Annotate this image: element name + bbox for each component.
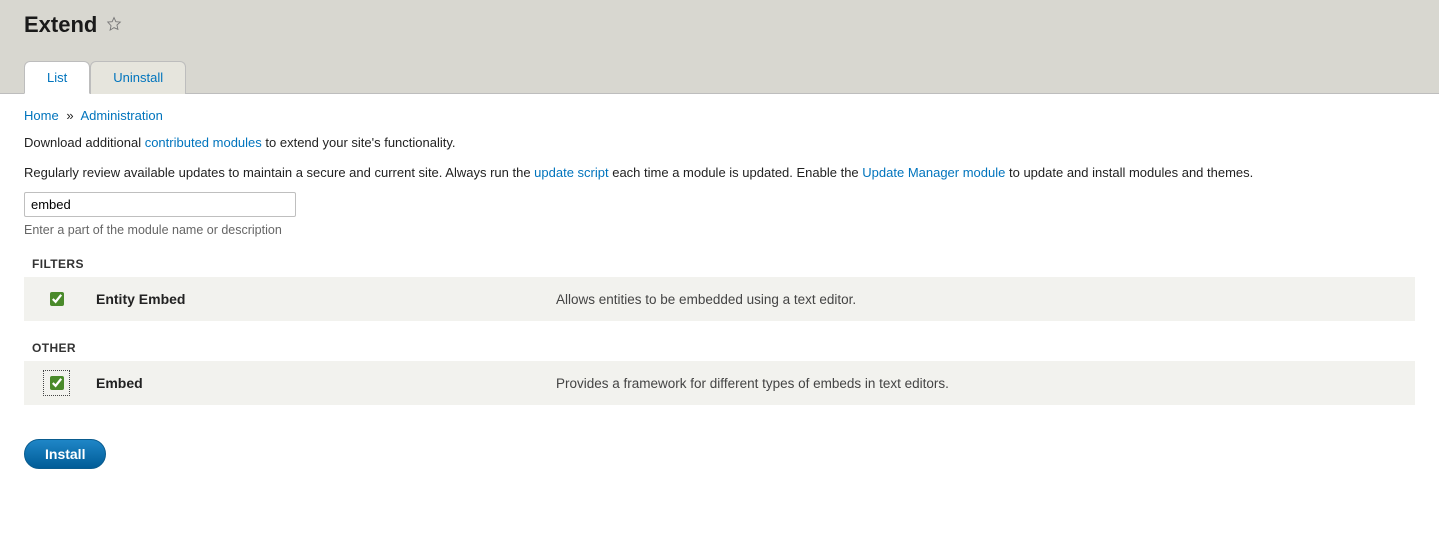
module-filter-input[interactable] xyxy=(24,192,296,217)
help-text-1: Download additional contributed modules … xyxy=(24,133,1415,153)
module-row-entity-embed: Entity Embed Allows entities to be embed… xyxy=(24,277,1415,321)
update-manager-link[interactable]: Update Manager module xyxy=(862,165,1005,180)
page-title-row: Extend xyxy=(24,12,1415,38)
group-heading-filters: FILTERS xyxy=(32,257,1415,271)
install-button[interactable]: Install xyxy=(24,439,106,469)
help2-pre: Regularly review available updates to ma… xyxy=(24,165,534,180)
module-name-embed[interactable]: Embed xyxy=(96,375,556,391)
tab-uninstall[interactable]: Uninstall xyxy=(90,61,186,94)
module-desc-embed: Provides a framework for different types… xyxy=(556,376,1399,391)
breadcrumb-home-link[interactable]: Home xyxy=(24,108,59,123)
breadcrumb: Home » Administration xyxy=(24,108,1415,123)
help2-post: to update and install modules and themes… xyxy=(1005,165,1253,180)
tab-list[interactable]: List xyxy=(24,61,90,94)
help-text-2: Regularly review available updates to ma… xyxy=(24,163,1415,183)
page-title: Extend xyxy=(24,12,97,38)
module-desc-entity-embed: Allows entities to be embedded using a t… xyxy=(556,292,1399,307)
primary-tabs: List Uninstall xyxy=(24,60,1415,93)
content-region: Home » Administration Download additiona… xyxy=(0,94,1439,499)
help2-mid: each time a module is updated. Enable th… xyxy=(609,165,863,180)
filter-description: Enter a part of the module name or descr… xyxy=(24,223,1415,237)
group-heading-other: OTHER xyxy=(32,341,1415,355)
contributed-modules-link[interactable]: contributed modules xyxy=(145,135,262,150)
module-row-embed: Embed Provides a framework for different… xyxy=(24,361,1415,405)
help1-pre: Download additional xyxy=(24,135,145,150)
checkbox-entity-embed[interactable] xyxy=(50,292,64,306)
module-name-entity-embed[interactable]: Entity Embed xyxy=(96,291,556,307)
filter-wrapper: Enter a part of the module name or descr… xyxy=(24,192,1415,237)
checkbox-embed[interactable] xyxy=(50,376,64,390)
help1-post: to extend your site's functionality. xyxy=(262,135,456,150)
header-region: Extend List Uninstall xyxy=(0,0,1439,94)
checkbox-focus-ring xyxy=(46,373,67,393)
favorite-star-icon[interactable] xyxy=(105,15,123,36)
update-script-link[interactable]: update script xyxy=(534,165,608,180)
breadcrumb-admin-link[interactable]: Administration xyxy=(80,108,162,123)
breadcrumb-separator: » xyxy=(66,108,73,123)
